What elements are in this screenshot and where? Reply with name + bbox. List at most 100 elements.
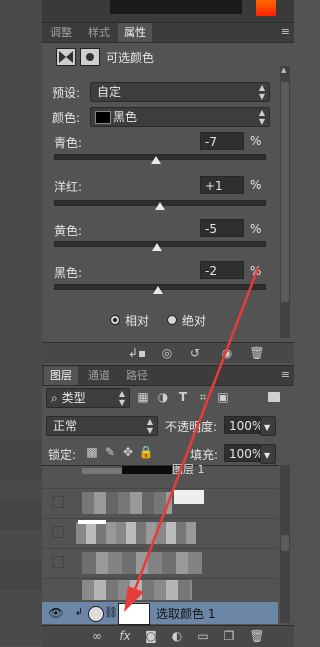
link-icon[interactable]: ∞ [88, 627, 106, 645]
layer-mask-thumbnail[interactable] [118, 603, 150, 625]
magenta-unit: % [250, 178, 262, 192]
magenta-slider-thumb[interactable] [155, 202, 166, 210]
adjustment-filter-icon[interactable]: ◑ [154, 388, 172, 406]
delete-icon[interactable]: 🗑 [248, 627, 266, 645]
visibility-toggle[interactable] [52, 556, 64, 568]
tab-adjustments[interactable]: 调整 [44, 23, 78, 42]
new-layer-icon[interactable]: ❐ [220, 627, 238, 645]
lock-position-icon[interactable]: ✥ [120, 443, 136, 461]
color-swatch [95, 111, 111, 124]
mask-icon[interactable]: ◙ [142, 627, 160, 645]
black-value-input[interactable]: -2 [200, 261, 244, 279]
yellow-value-input[interactable]: -5 [200, 219, 244, 237]
opacity-input[interactable]: 100% [224, 416, 263, 434]
view-previous-icon[interactable]: ◎ [156, 344, 178, 362]
layer-thumbnail [82, 468, 122, 474]
magenta-value-input[interactable]: +1 [200, 176, 244, 194]
visibility-toggle[interactable] [52, 526, 64, 538]
layers-footer: ∞ fx ◙ ◐ ▭ ❐ 🗑 [42, 625, 294, 647]
preset-dropdown[interactable]: 自定 ▲ ▼ [90, 82, 270, 102]
clip-arrow-icon: ↲ [74, 607, 84, 618]
blend-mode-dropdown[interactable]: 正常 ▲ ▼ [46, 416, 158, 436]
selected-layer-row[interactable]: 👁 ↲ ⛓ 选取颜色 1 [42, 602, 278, 625]
dropdown-arrows-icon: ▲ ▼ [258, 108, 265, 126]
chevron-down-icon: ▼ [264, 423, 271, 432]
layer-row[interactable] [42, 488, 278, 519]
scroll-thumb[interactable] [281, 82, 289, 302]
yellow-slider-thumb[interactable] [151, 243, 162, 251]
relative-radio[interactable] [110, 315, 120, 325]
tab-properties[interactable]: 属性 [118, 23, 152, 42]
mask-icon[interactable] [80, 48, 100, 66]
layer-name: 图层 1 [172, 463, 205, 476]
dropdown-arrows-icon: ▲ ▼ [258, 83, 265, 101]
color-label: 颜色: [52, 111, 81, 125]
shape-filter-icon[interactable]: ⌗ [194, 388, 212, 406]
delete-icon[interactable]: 🗑 [246, 344, 268, 362]
filter-value: 类型 [61, 391, 86, 405]
opacity-dropdown[interactable]: ▼ [260, 416, 276, 436]
blend-mode-value: 正常 [53, 419, 78, 433]
adjustment-icon[interactable]: ◐ [168, 627, 186, 645]
tab-channels[interactable]: 通道 [82, 366, 116, 385]
cyan-value-input[interactable]: -7 [200, 132, 244, 150]
lock-all-icon[interactable]: 🔒 [138, 443, 154, 461]
filter-toggle[interactable] [268, 392, 280, 402]
selected-layer-name: 选取颜色 1 [156, 607, 216, 621]
dark-preview-block [110, 0, 242, 14]
layer-thumbnail [82, 580, 192, 600]
scroll-up-icon[interactable]: ▲ [281, 66, 289, 74]
layer-thumbnail-light [174, 490, 204, 504]
layers-panel: 图层 通道 路径 ≡ ⌕ 类型 ▲ ▼ ▦ ◑ T ⌗ ▣ 正常 ▲ ▼ 不透明度:… [42, 365, 294, 647]
chain-link-icon[interactable]: ⛓ [104, 604, 118, 622]
reset-icon[interactable]: ↺ [184, 344, 206, 362]
lock-image-icon[interactable]: ✎ [102, 443, 118, 461]
scroll-thumb[interactable] [281, 535, 289, 551]
fill-dropdown[interactable]: ▼ [260, 444, 276, 464]
black-slider-thumb[interactable] [152, 286, 163, 294]
layer-row[interactable]: 图层 1 [42, 463, 278, 489]
absolute-radio[interactable] [167, 315, 177, 325]
dropdown-arrows-icon: ▲ ▼ [118, 389, 125, 407]
yellow-unit: % [250, 222, 262, 236]
layer-row[interactable] [42, 578, 278, 603]
panel-menu-icon[interactable]: ≡ [281, 368, 290, 381]
relative-label: 相对 [125, 314, 150, 328]
layer-filter-dropdown[interactable]: ⌕ 类型 ▲ ▼ [46, 388, 130, 408]
layer-thumbnail [82, 552, 202, 574]
layers-scrollbar[interactable] [280, 465, 290, 623]
layer-list: 图层 1 👁 ↲ ⛓ 选取颜色 1 [42, 463, 278, 625]
black-unit: % [250, 264, 262, 278]
search-icon: ⌕ [51, 391, 58, 405]
group-icon[interactable]: ▭ [194, 627, 212, 645]
layers-tabbar: 图层 通道 路径 ≡ [42, 365, 294, 386]
tab-paths[interactable]: 路径 [120, 366, 154, 385]
preset-label: 预设: [52, 86, 81, 100]
visibility-toggle[interactable] [52, 496, 64, 508]
tab-layers[interactable]: 图层 [44, 366, 78, 385]
smart-object-filter-icon[interactable]: ▣ [214, 388, 232, 406]
layer-row[interactable] [42, 518, 278, 549]
panel-menu-icon[interactable]: ≡ [281, 25, 290, 38]
opacity-label: 不透明度: [165, 420, 218, 434]
tab-styles[interactable]: 样式 [82, 23, 116, 42]
layer-thumbnail [82, 492, 172, 514]
color-dropdown[interactable]: 黑色 ▲ ▼ [90, 107, 270, 127]
fill-input[interactable]: 100% [224, 444, 263, 462]
color-value: 黑色 [113, 110, 138, 124]
pixel-filter-icon[interactable]: ▦ [134, 388, 152, 406]
lock-transparency-icon[interactable]: ▩ [84, 443, 100, 461]
preset-value: 自定 [97, 85, 122, 99]
properties-footer: ↲▪ ◎ ↺ ◉ 🗑 [42, 342, 294, 363]
adjustment-circle-icon [88, 606, 104, 622]
fx-icon[interactable]: fx [116, 627, 134, 645]
cyan-slider-thumb[interactable] [150, 156, 161, 164]
visibility-icon[interactable]: ◉ [216, 344, 238, 362]
clip-to-layer-icon[interactable]: ↲▪ [126, 344, 148, 362]
dropdown-arrows-icon: ▲ ▼ [146, 417, 153, 435]
layer-row[interactable] [42, 548, 278, 579]
type-filter-icon[interactable]: T [174, 388, 192, 406]
eye-icon[interactable]: 👁 [48, 604, 64, 622]
layer-thumbnail [76, 522, 196, 544]
properties-scrollbar[interactable]: ▲ [280, 66, 290, 338]
